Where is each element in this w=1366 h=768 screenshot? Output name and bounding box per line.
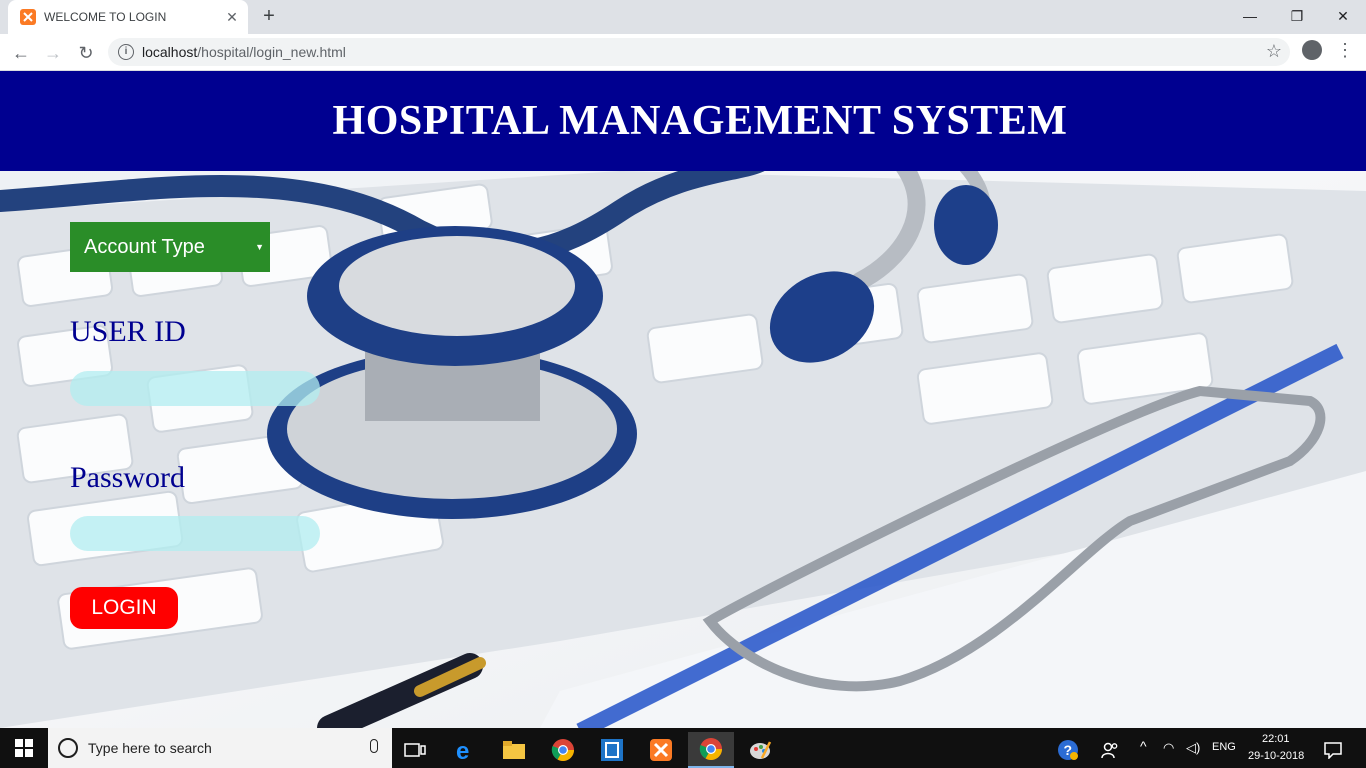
clock-time[interactable]: 22:01 xyxy=(1262,733,1290,745)
reload-icon[interactable]: ↻ xyxy=(73,40,99,66)
svg-text:e: e xyxy=(456,738,469,762)
forward-icon[interactable]: → xyxy=(40,40,66,66)
tab-title: WELCOME TO LOGIN xyxy=(44,10,167,24)
user-id-input[interactable] xyxy=(70,371,320,406)
chrome-icon[interactable] xyxy=(540,732,586,768)
file-explorer-icon[interactable] xyxy=(491,732,537,768)
login-section: Account Type ▼ USER ID Password LOGIN xyxy=(0,171,1366,728)
task-view-icon[interactable] xyxy=(392,732,438,768)
taskbar-search-box[interactable]: Type here to search xyxy=(48,728,392,768)
help-icon[interactable]: ? xyxy=(1046,732,1090,768)
info-icon[interactable]: i xyxy=(118,44,134,60)
account-type-select[interactable]: Account Type ▼ xyxy=(70,222,270,272)
code-editor-icon[interactable] xyxy=(589,732,635,768)
account-type-value: Account Type xyxy=(84,235,205,258)
volume-icon[interactable]: ◁) xyxy=(1186,740,1200,756)
chrome-active-icon[interactable] xyxy=(688,732,734,768)
close-window-icon[interactable]: ✕ xyxy=(1320,5,1366,27)
new-tab-icon[interactable]: + xyxy=(258,6,280,28)
back-icon[interactable]: ← xyxy=(8,40,34,66)
restore-icon[interactable]: ❐ xyxy=(1274,5,1320,27)
chevron-up-icon[interactable]: ^ xyxy=(1140,738,1147,754)
edge-browser-icon[interactable]: e xyxy=(442,732,488,768)
cortana-icon xyxy=(58,738,78,758)
browser-menu-icon[interactable]: ⋮ xyxy=(1336,40,1354,62)
xampp-control-icon[interactable] xyxy=(638,732,684,768)
chevron-down-icon: ▼ xyxy=(255,242,264,252)
paint-icon[interactable] xyxy=(737,732,783,768)
minimize-icon[interactable]: — xyxy=(1227,5,1273,27)
profile-avatar-icon[interactable] xyxy=(1302,40,1322,60)
password-input[interactable] xyxy=(70,516,320,551)
page-header: HOSPITAL MANAGEMENT SYSTEM xyxy=(0,71,1366,171)
search-placeholder: Type here to search xyxy=(88,740,212,756)
close-tab-icon[interactable]: ✕ xyxy=(224,9,240,25)
user-id-label: USER ID xyxy=(70,315,186,348)
wifi-icon[interactable]: ◠ xyxy=(1163,740,1174,756)
login-button[interactable]: LOGIN xyxy=(70,587,178,629)
browser-tab-strip: WELCOME TO LOGIN ✕ + — ❐ ✕ xyxy=(0,0,1366,34)
windows-logo-icon xyxy=(15,739,33,757)
xampp-icon xyxy=(20,9,36,25)
url-text[interactable]: localhost/hospital/login_new.html xyxy=(142,44,346,60)
password-label: Password xyxy=(70,461,186,494)
taskbar: Type here to search e ? ^ ◠ ◁) ENG 22:01… xyxy=(0,728,1366,768)
notification-center-icon[interactable] xyxy=(1312,732,1354,768)
people-icon[interactable] xyxy=(1090,732,1130,768)
browser-toolbar: ← → ↻ i localhost/hospital/login_new.htm… xyxy=(0,34,1366,71)
page-title: HOSPITAL MANAGEMENT SYSTEM xyxy=(332,98,1068,144)
address-bar[interactable]: i localhost/hospital/login_new.html ☆ xyxy=(108,38,1290,66)
microphone-icon[interactable] xyxy=(370,739,378,753)
browser-tab[interactable]: WELCOME TO LOGIN ✕ xyxy=(8,0,248,34)
bookmark-star-icon[interactable]: ☆ xyxy=(1266,41,1282,62)
language-indicator[interactable]: ENG xyxy=(1212,741,1236,753)
clock-date[interactable]: 29-10-2018 xyxy=(1248,750,1304,762)
windows-start-button[interactable] xyxy=(0,728,48,768)
